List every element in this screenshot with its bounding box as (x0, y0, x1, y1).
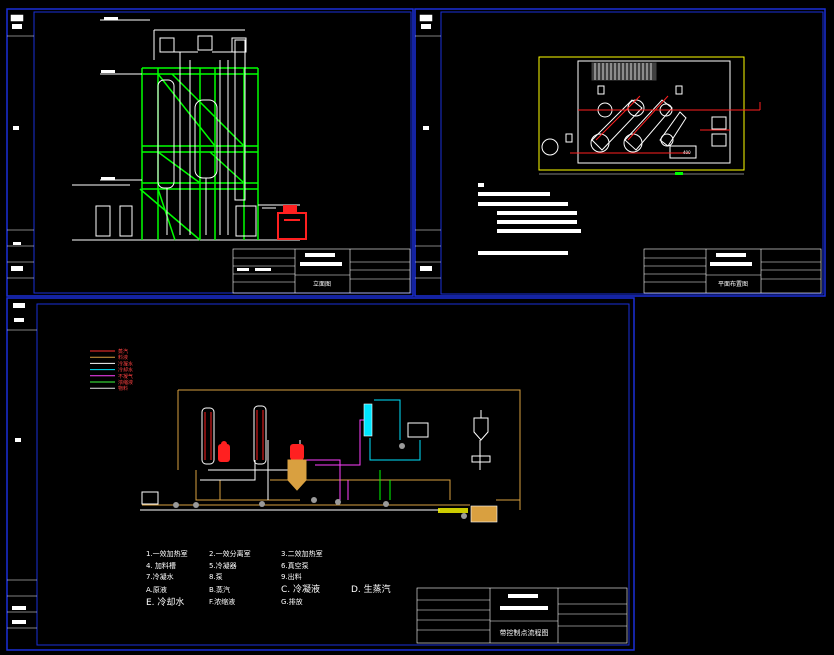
legend-label-1: 料液 (118, 354, 128, 361)
product-tank (470, 505, 498, 523)
plan-margin-strip (415, 14, 441, 279)
note-2: 2.一效分离室 (209, 549, 251, 558)
note-3: 3.二效加热室 (281, 549, 323, 558)
note-f: F.浓缩液 (209, 597, 235, 606)
note-g: G.排放 (281, 597, 303, 606)
legend-label-6: 物料 (118, 385, 128, 392)
note-1: 1.一效加热室 (146, 549, 188, 558)
legend-label-3: 冷却水 (118, 367, 133, 374)
separator (287, 459, 307, 491)
note-4: 4. 加料槽 (146, 561, 176, 570)
note-9: 9.出料 (281, 572, 302, 581)
feed-tank (277, 205, 307, 240)
plan-notes (478, 183, 581, 255)
note-6: 6.真空泵 (281, 561, 309, 570)
heaters (218, 441, 304, 462)
flow-notes: 1.一效加热室 2.一效分离室 3.二效加热室 4. 加料槽 5.冷凝器 6.真… (146, 549, 391, 608)
note-d: D. 生蒸汽 (351, 583, 391, 595)
plan-sheet: 400 平面布置图 (414, 8, 826, 297)
process-pipes (140, 389, 521, 511)
pumps (173, 443, 467, 519)
flow-legend: 蒸汽料液冷凝水冷却水不凝气浓缩液物料 (90, 348, 133, 392)
note-5: 5.冷凝器 (209, 561, 237, 570)
first-effect-evaporator (201, 405, 267, 465)
plan-equipment (541, 60, 731, 164)
elevation-sheet: 立面图 (6, 8, 414, 297)
note-8: 8.泵 (209, 573, 223, 581)
plan-title: 平面布置图 (718, 280, 748, 288)
legend-label-5: 浓缩液 (118, 379, 133, 386)
flow-sheet: 蒸汽料液冷凝水冷却水不凝气浓缩液物料 1.一效加热室 2.一效分离室 3.二效加… (6, 297, 635, 651)
note-c: C. 冷凝液 (281, 583, 320, 595)
legend-label-0: 蒸汽 (118, 348, 128, 355)
plan-scale-mark: 400 (683, 150, 691, 155)
note-e: E. 冷却水 (146, 596, 184, 608)
flow-title: 带控制点流程图 (500, 628, 549, 637)
flow-margin-strip (7, 303, 37, 629)
elevation-level-marks (101, 17, 118, 180)
note-a: A.原液 (146, 585, 167, 594)
note-7: 7.冷凝水 (146, 572, 174, 581)
legend-label-2: 冷凝水 (118, 360, 133, 367)
cad-drawing-canvas: 立面图 400 平面布置图 蒸汽料液冷凝水冷却水不凝气浓缩液物料 1.一效加热室… (6, 8, 826, 651)
product-vessel (471, 410, 491, 463)
evaporator-vessels (72, 19, 300, 237)
feed-tank-flow (141, 491, 159, 505)
condenser (363, 403, 373, 437)
elevation-title: 立面图 (313, 280, 331, 288)
elevation-margin-strip (7, 14, 34, 279)
legend-label-4: 不凝气 (118, 373, 133, 380)
note-b: B.蒸汽 (209, 585, 230, 594)
vacuum-tank (407, 422, 429, 438)
